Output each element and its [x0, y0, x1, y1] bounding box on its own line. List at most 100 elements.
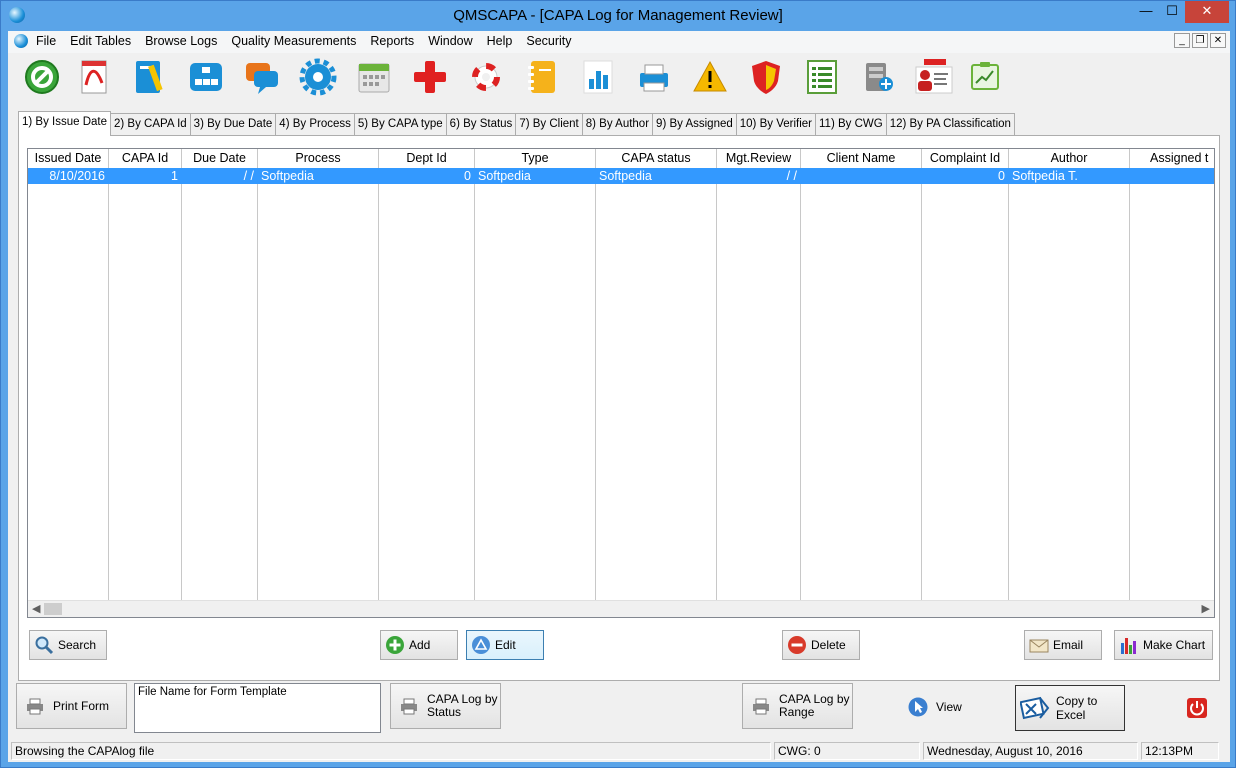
cell-dept-id[interactable]: 0	[379, 168, 474, 184]
cell-client-name[interactable]	[801, 168, 921, 184]
column-header-capa-status[interactable]: CAPA status	[596, 149, 716, 167]
tab-by-verifier[interactable]: 10) By Verifier	[735, 113, 816, 135]
form-template-field[interactable]: File Name for Form Template	[134, 683, 381, 733]
tab-by-assigned[interactable]: 9) By Assigned	[652, 113, 737, 135]
menu-quality-measurements[interactable]: Quality Measurements	[231, 34, 363, 48]
copy-to-excel-button[interactable]: Copy to Excel	[1015, 685, 1125, 731]
delete-button[interactable]: Delete	[782, 630, 860, 660]
menu-browse-logs[interactable]: Browse Logs	[145, 34, 224, 48]
horizontal-scrollbar[interactable]: ◀ ▶	[28, 600, 1214, 617]
clipboard-chart-icon[interactable]	[964, 57, 1004, 97]
menu-help[interactable]: Help	[487, 34, 520, 48]
mdi-restore-button[interactable]: ❐	[1192, 33, 1208, 48]
email-button[interactable]: Email	[1024, 630, 1102, 660]
capa-log-by-status-button[interactable]: CAPA Log by Status	[390, 683, 501, 729]
tab-by-cwg[interactable]: 11) By CWG	[815, 113, 887, 135]
column-header-complaint-id[interactable]: Complaint Id	[922, 149, 1008, 167]
column-divider	[1008, 149, 1009, 601]
view-label: View	[936, 700, 962, 714]
status-bar: Browsing the CAPAlog file CWG: 0 Wednesd…	[8, 741, 1230, 761]
menu-file[interactable]: File	[36, 34, 63, 48]
menu-edit-tables[interactable]: Edit Tables	[70, 34, 138, 48]
settings-gear-icon[interactable]	[298, 57, 338, 97]
mdi-minimize-button[interactable]: _	[1174, 33, 1190, 48]
pdf-icon[interactable]	[74, 57, 114, 97]
title-bar[interactable]: QMSCAPA - [CAPA Log for Management Revie…	[1, 1, 1235, 31]
cell-type[interactable]: Softpedia	[475, 168, 595, 184]
edit-button[interactable]: Edit	[466, 630, 544, 660]
add-button[interactable]: Add	[380, 630, 458, 660]
menu-window[interactable]: Window	[428, 34, 479, 48]
column-header-type[interactable]: Type	[475, 149, 595, 167]
checklist-icon[interactable]	[802, 57, 842, 97]
notebook-icon[interactable]	[522, 57, 562, 97]
cell-process[interactable]: Softpedia	[258, 168, 378, 184]
document-globe-icon[interactable]	[14, 34, 28, 48]
cell-mgt-review[interactable]: / /	[717, 168, 800, 184]
make-chart-button[interactable]: Make Chart	[1114, 630, 1213, 660]
status-date: Wednesday, August 10, 2016	[923, 742, 1138, 760]
search-button[interactable]: Search	[29, 630, 107, 660]
tab-by-issue-date[interactable]: 1) By Issue Date	[18, 111, 112, 136]
column-header-dept-id[interactable]: Dept Id	[379, 149, 474, 167]
network-icon[interactable]	[186, 57, 226, 97]
column-header-capa-id[interactable]: CAPA Id	[109, 149, 181, 167]
column-header-issued-date[interactable]: Issued Date	[28, 149, 108, 167]
tab-by-capa-type[interactable]: 5) By CAPA type	[353, 113, 447, 135]
cell-assigned-to[interactable]	[1130, 168, 1214, 184]
edit-document-icon[interactable]	[130, 57, 170, 97]
tab-by-author[interactable]: 8) By Author	[581, 113, 654, 135]
scroll-left-icon[interactable]: ◀	[32, 602, 40, 615]
cancel-icon[interactable]	[22, 57, 62, 97]
mdi-close-button[interactable]: ✕	[1210, 33, 1226, 48]
column-header-client-name[interactable]: Client Name	[801, 149, 921, 167]
close-button[interactable]: ✕	[1185, 1, 1229, 23]
table-row[interactable]: 8/10/2016 1 / / Softpedia 0 Softpedia So…	[28, 168, 1214, 184]
cell-capa-id[interactable]: 1	[109, 168, 181, 184]
add-label: Add	[409, 638, 431, 652]
column-header-due-date[interactable]: Due Date	[182, 149, 257, 167]
cell-issued-date[interactable]: 8/10/2016	[28, 168, 108, 184]
calendar-icon[interactable]	[354, 57, 394, 97]
print-form-button[interactable]: Print Form	[16, 683, 127, 729]
lifebuoy-icon[interactable]	[466, 57, 506, 97]
tab-by-status[interactable]: 6) By Status	[445, 113, 517, 135]
bar-chart-icon[interactable]	[578, 57, 618, 97]
shield-icon[interactable]	[746, 57, 786, 97]
capa-log-by-range-line1: CAPA Log by	[779, 692, 850, 706]
tab-by-due-date[interactable]: 3) By Due Date	[189, 113, 277, 135]
capa-log-by-range-line2: Range	[779, 705, 815, 719]
client-area: File Edit Tables Browse Logs Quality Mea…	[8, 31, 1230, 762]
power-exit-icon[interactable]	[1186, 697, 1208, 719]
cell-complaint-id[interactable]: 0	[922, 168, 1008, 184]
column-header-mgt-review[interactable]: Mgt.Review	[717, 149, 800, 167]
printer-small-icon	[753, 698, 769, 715]
cell-author[interactable]: Softpedia T.	[1009, 168, 1129, 184]
menu-security[interactable]: Security	[526, 34, 578, 48]
view-button[interactable]: View	[900, 691, 970, 723]
warning-icon[interactable]	[690, 57, 730, 97]
tab-by-capa-id[interactable]: 2) By CAPA Id	[110, 113, 191, 135]
application-window: QMSCAPA - [CAPA Log for Management Revie…	[0, 0, 1236, 768]
server-add-icon[interactable]	[858, 57, 898, 97]
tab-by-pa-classification[interactable]: 12) By PA Classification	[885, 113, 1015, 135]
column-header-assigned-to[interactable]: Assigned t	[1130, 149, 1214, 167]
cell-capa-status[interactable]: Softpedia	[596, 168, 716, 184]
scroll-thumb[interactable]	[44, 603, 62, 615]
add-plus-icon[interactable]	[410, 57, 450, 97]
cell-due-date[interactable]: / /	[182, 168, 257, 184]
column-header-author[interactable]: Author	[1009, 149, 1129, 167]
capa-log-by-range-button[interactable]: CAPA Log by Range	[742, 683, 853, 729]
capa-log-grid[interactable]: Issued Date CAPA Id Due Date Process Dep…	[27, 148, 1215, 618]
maximize-button[interactable]: ☐	[1159, 1, 1185, 23]
chat-icon[interactable]	[242, 57, 282, 97]
envelope-icon	[1029, 639, 1049, 653]
printer-icon[interactable]	[634, 57, 674, 97]
column-header-process[interactable]: Process	[258, 149, 378, 167]
menu-reports[interactable]: Reports	[370, 34, 421, 48]
business-card-icon[interactable]	[914, 57, 954, 97]
minimize-button[interactable]: —	[1133, 1, 1159, 23]
tab-by-client[interactable]: 7) By Client	[515, 113, 583, 135]
tab-by-process[interactable]: 4) By Process	[275, 113, 355, 135]
scroll-right-icon[interactable]: ▶	[1202, 602, 1210, 615]
